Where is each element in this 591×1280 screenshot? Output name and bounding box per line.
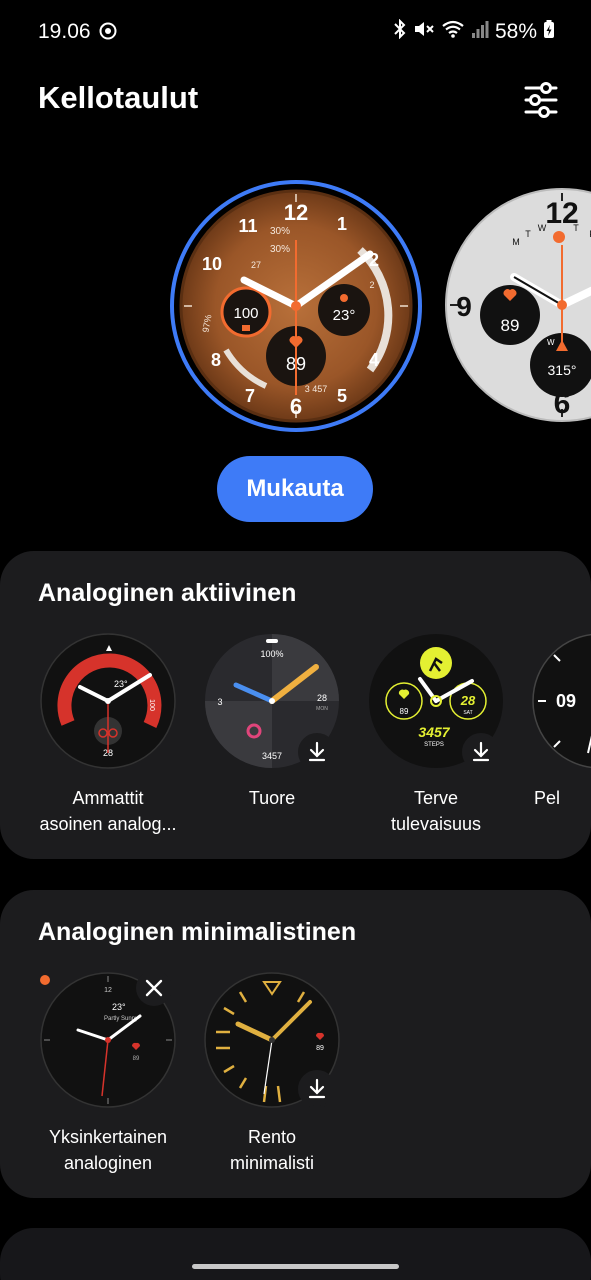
watch-face-item[interactable]: 89 28 SAT 3457 STEPS Terve tulevaisuus — [356, 633, 516, 853]
page-title: Kellotaulut — [38, 80, 199, 115]
watch-face-label: Yksinkertainen analoginen — [48, 1127, 168, 1173]
complication-top-1: 30% — [270, 226, 290, 237]
second-watch-face[interactable]: 12 9 6 M T W T F 89 W 315° — [442, 185, 591, 425]
item-steps-label: STEPS — [424, 742, 444, 748]
ring-right-value: 2 — [369, 280, 374, 290]
ring-top-value: 27 — [251, 260, 261, 270]
download-button[interactable] — [462, 733, 500, 771]
close-icon — [145, 979, 163, 997]
numeral-4: 4 — [369, 350, 379, 370]
item-day: MON — [316, 706, 328, 712]
watch-face-label: Pel — [534, 788, 561, 808]
numeral-10: 10 — [202, 254, 222, 274]
numeral-5: 5 — [337, 386, 347, 406]
download-icon — [308, 1078, 326, 1099]
watch-face-label: Terve tulevaisuus — [390, 788, 482, 834]
watch-face-item[interactable]: 100% 3 28 MON 3457 Tuore — [192, 633, 352, 853]
remove-button[interactable] — [136, 970, 172, 1006]
category-title: Analoginen minimalistinen — [38, 918, 357, 946]
compass-letter: W — [547, 338, 555, 347]
download-icon — [472, 741, 490, 762]
item-steps: 3457 — [262, 751, 282, 761]
item-ring-value: 100 — [148, 699, 155, 711]
item-battery: 100% — [260, 649, 283, 659]
category-title: Analoginen aktiivinen — [38, 579, 297, 607]
download-icon — [308, 741, 326, 762]
sync-icon — [98, 21, 118, 46]
battery-icon — [543, 19, 555, 44]
status-time: 19.06 — [38, 20, 91, 43]
customize-button[interactable]: Mukauta — [217, 456, 373, 522]
watch-face-item[interactable]: 09 Pel — [520, 633, 591, 853]
watch-face-carousel[interactable]: 12 1 2 4 5 6 7 8 10 11 30% 30% 27 2 3 45… — [0, 175, 591, 435]
numeral-8: 8 — [211, 350, 221, 370]
numeral-7: 7 — [245, 386, 255, 406]
category-card-minimal: Analoginen minimalistinen 12 23° Partly … — [0, 890, 591, 1198]
watch-face-label: Tuore — [248, 788, 296, 808]
item-heart: 89 — [400, 707, 409, 716]
settings-button[interactable] — [520, 80, 562, 120]
status-bar: 19.06 58% — [0, 0, 591, 64]
status-icons: 58% — [393, 18, 555, 44]
watch-face-thumbnail: 23° 28 100 — [40, 633, 176, 769]
category-card-partial — [0, 1228, 591, 1280]
watch-face-item[interactable]: 89 Rento minimalisti — [192, 972, 352, 1192]
home-indicator[interactable] — [192, 1264, 399, 1269]
item-steps: 3457 — [418, 724, 450, 740]
category-card-active: Analoginen aktiivinen 23° 28 100 Ammatti… — [0, 551, 591, 859]
compass-value: 315° — [548, 362, 577, 378]
download-button[interactable] — [298, 1070, 336, 1108]
item-temp: 23° — [114, 679, 128, 689]
item-temp: 23° — [112, 1002, 126, 1012]
watch-face-row[interactable]: 23° 28 100 Ammattit asoinen analog... 10… — [0, 633, 591, 859]
signal-icon — [471, 19, 489, 44]
numeral-12: 12 — [284, 200, 308, 225]
item-date: 28 — [460, 693, 476, 708]
watch-face-thumbnail: 09 — [532, 633, 591, 769]
wifi-icon — [441, 19, 465, 44]
item-date: 28 — [317, 693, 327, 703]
numeral-11: 11 — [238, 216, 257, 236]
day-t2: T — [573, 223, 579, 233]
second-numeral-9: 9 — [456, 291, 472, 322]
watch-face-item[interactable]: 23° 28 100 Ammattit asoinen analog... — [28, 633, 188, 853]
item-num: 09 — [556, 691, 576, 711]
watch-face-label: Rento minimalisti — [229, 1127, 314, 1173]
watch-face-label: Ammattit asoinen analog... — [39, 788, 177, 834]
mute-icon — [413, 19, 435, 44]
numeral-6: 6 — [290, 394, 302, 419]
day-m: M — [512, 237, 520, 247]
watch-face-item[interactable]: 12 23° Partly Sunny 89 Yksinkertainen an… — [28, 970, 188, 1192]
steps-value: 3 457 — [305, 384, 328, 394]
item-num12: 12 — [104, 987, 112, 994]
selected-watch-face[interactable]: 12 1 2 4 5 6 7 8 10 11 30% 30% 27 2 3 45… — [170, 180, 422, 432]
bluetooth-icon — [393, 18, 407, 44]
subdial-right-value: 23° — [333, 307, 356, 324]
watch-face-row[interactable]: 12 23° Partly Sunny 89 Yksinkertainen an… — [0, 970, 591, 1198]
item-left: 3 — [217, 697, 222, 707]
sliders-icon — [524, 82, 558, 118]
second-heart-value: 89 — [501, 316, 520, 335]
item-day: SAT — [463, 710, 472, 716]
complication-top-2: 30% — [270, 244, 290, 255]
download-button[interactable] — [298, 733, 336, 771]
day-t: T — [525, 229, 531, 239]
item-heart: 89 — [133, 1056, 140, 1062]
day-w: W — [538, 223, 547, 233]
item-heart: 89 — [316, 1045, 324, 1052]
subdial-left-value: 100 — [233, 305, 258, 322]
numeral-1: 1 — [337, 214, 347, 234]
battery-percentage: 58% — [494, 19, 537, 43]
